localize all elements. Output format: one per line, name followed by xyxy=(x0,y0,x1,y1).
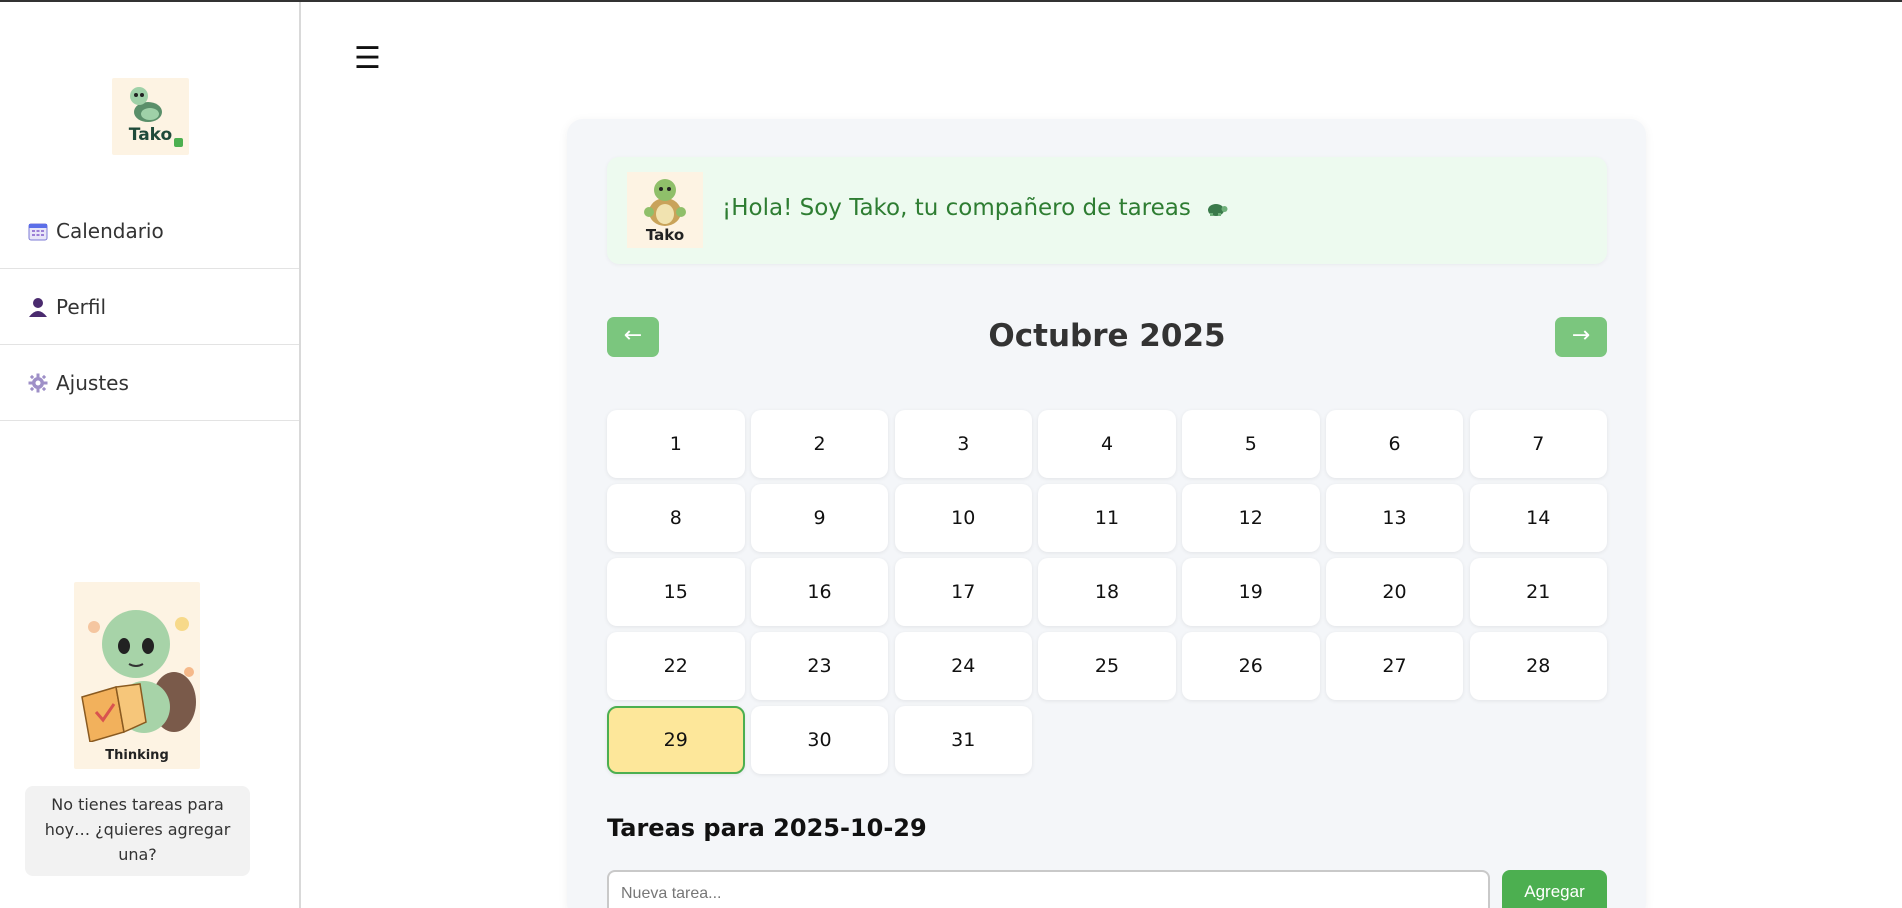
calendar-day[interactable]: 6 xyxy=(1325,410,1464,478)
logo-text: Tako xyxy=(128,125,173,145)
turtle-avatar-icon xyxy=(644,179,686,226)
calendar-day[interactable]: 10 xyxy=(894,484,1032,552)
calendar-day[interactable]: 26 xyxy=(1182,632,1320,700)
greeting-banner: Tako ¡Hola! Soy Tako, tu compañero de ta… xyxy=(607,157,1607,264)
tako-avatar: Tako xyxy=(627,172,703,248)
sidebar-item-ajustes[interactable]: Ajustes xyxy=(0,345,299,421)
greeting-message: ¡Hola! Soy Tako, tu compañero de tareas xyxy=(722,195,1191,221)
mascot-label: Thinking xyxy=(105,748,169,763)
calendar-day[interactable]: 11 xyxy=(1038,484,1176,552)
calendar-day[interactable]: 21 xyxy=(1469,558,1607,626)
sidebar-item-perfil[interactable]: Perfil xyxy=(0,269,299,345)
calendar-day[interactable]: 13 xyxy=(1325,484,1464,552)
calendar-day[interactable]: 27 xyxy=(1325,632,1464,700)
month-title: Octubre 2025 xyxy=(988,318,1226,354)
calendar-day[interactable]: 18 xyxy=(1038,558,1176,626)
calendar-day[interactable]: 30 xyxy=(750,706,889,774)
tasks-title: Tareas para 2025-10-29 xyxy=(607,814,927,842)
hamburger-menu-icon[interactable]: ☰ xyxy=(354,44,381,74)
calendar-day[interactable]: 5 xyxy=(1182,410,1320,478)
calendar-day[interactable]: 2 xyxy=(750,410,889,478)
sidebar-nav: Calendario Perfil Ajustes xyxy=(0,193,299,421)
calendar-day[interactable]: 7 xyxy=(1469,410,1607,478)
calendar-icon xyxy=(28,221,48,241)
calendar-day[interactable]: 19 xyxy=(1182,558,1320,626)
calendar-day[interactable]: 3 xyxy=(894,410,1032,478)
sidebar-item-label: Perfil xyxy=(56,294,107,319)
calendar-day[interactable]: 23 xyxy=(750,632,889,700)
add-task-button[interactable]: Agregar xyxy=(1502,870,1607,908)
avatar-text: Tako xyxy=(645,226,685,244)
sidebar: Tako Calendario Perfil Ajustes Thinking … xyxy=(0,2,301,908)
calendar-header: ← Octubre 2025 → xyxy=(607,317,1607,359)
next-month-button[interactable]: → xyxy=(1555,317,1607,357)
sidebar-item-label: Ajustes xyxy=(56,370,129,395)
sidebar-item-label: Calendario xyxy=(56,218,164,243)
calendar-day[interactable]: 12 xyxy=(1182,484,1320,552)
calendar-day[interactable]: 16 xyxy=(750,558,889,626)
thinking-turtle-icon xyxy=(81,610,196,743)
turtle-emoji-icon xyxy=(1206,196,1228,222)
tako-logo[interactable]: Tako xyxy=(112,78,189,155)
greeting-text: ¡Hola! Soy Tako, tu compañero de tareas xyxy=(722,195,1228,222)
calendar-day[interactable]: 1 xyxy=(607,410,745,478)
calendar-day[interactable]: 4 xyxy=(1038,410,1176,478)
calendar-day[interactable]: 9 xyxy=(750,484,889,552)
calendar-day[interactable]: 14 xyxy=(1469,484,1607,552)
speech-bubble: No tienes tareas para hoy… ¿quieres agre… xyxy=(25,786,250,876)
calendar-grid: 1 2 3 4 5 6 7 8 9 10 11 12 13 14 15 16 17 18 19 20 21 22 23 24 2… xyxy=(607,410,1607,774)
calendar-day[interactable]: 25 xyxy=(1038,632,1176,700)
calendar-card: Tako ¡Hola! Soy Tako, tu compañero de ta… xyxy=(567,119,1646,908)
sidebar-item-calendario[interactable]: Calendario xyxy=(0,193,299,269)
calendar-day[interactable]: 15 xyxy=(607,558,745,626)
calendar-day[interactable]: 17 xyxy=(894,558,1032,626)
mascot-image: Thinking xyxy=(74,582,200,769)
user-icon xyxy=(28,297,48,317)
calendar-day[interactable]: 20 xyxy=(1325,558,1464,626)
new-task-input[interactable] xyxy=(607,870,1490,908)
calendar-day[interactable]: 28 xyxy=(1469,632,1607,700)
gear-icon xyxy=(28,373,48,393)
calendar-day-selected[interactable]: 29 xyxy=(607,706,745,774)
calendar-day[interactable]: 22 xyxy=(607,632,745,700)
calendar-day[interactable]: 31 xyxy=(894,706,1032,774)
calendar-day[interactable]: 8 xyxy=(607,484,745,552)
calendar-day[interactable]: 24 xyxy=(894,632,1032,700)
